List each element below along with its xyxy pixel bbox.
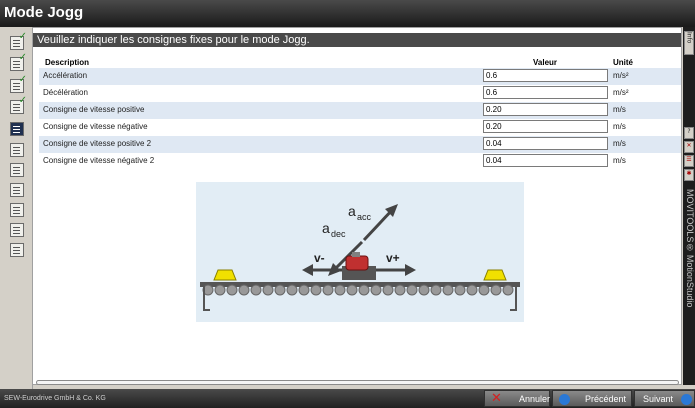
step-icon-7[interactable]	[10, 163, 24, 177]
v-plus-label: v+	[386, 251, 400, 265]
step-icon-current[interactable]	[10, 122, 24, 136]
v-minus-label: v-	[314, 251, 325, 265]
row-description: Consigne de vitesse négative 2	[43, 156, 155, 165]
footer-bar: SEW-Eurodrive GmbH & Co. KG ✕ Annuler Pr…	[0, 389, 695, 408]
right-side-bar: Info ? ✕ ☰ ✱ MOVITOOLS® MotionStudio	[683, 27, 695, 385]
arrow-left-icon	[559, 394, 570, 405]
title-bar: Mode Jogg	[0, 0, 695, 27]
step-icon-6[interactable]	[10, 143, 24, 157]
row-unit: m/s	[613, 122, 626, 131]
brand-vertical-text: MOVITOOLS® MotionStudio	[685, 189, 695, 308]
jog-mode-diagram: a acc a dec v- v+	[196, 182, 524, 322]
help-tab-label: ?	[687, 128, 691, 135]
tool-icon-3[interactable]: ✱	[684, 169, 694, 181]
motor	[345, 255, 369, 271]
step-icon-11[interactable]	[10, 243, 24, 257]
load-right	[483, 269, 507, 281]
step-icon-8[interactable]	[10, 183, 24, 197]
main-panel: Veuillez indiquer les consignes fixes po…	[32, 27, 682, 385]
row-description: Accélération	[43, 71, 88, 80]
panel-header-text: Veuillez indiquer les consignes fixes po…	[37, 34, 310, 46]
col-header-unit: Unité	[613, 58, 633, 67]
step-sidebar	[0, 27, 33, 390]
step-icon-4[interactable]	[10, 95, 27, 114]
acc-label-sub: acc	[357, 212, 372, 222]
col-header-value: Valeur	[533, 58, 558, 67]
row-unit: m/s	[613, 105, 626, 114]
step-icon-9[interactable]	[10, 203, 24, 217]
cancel-icon: ✕	[491, 391, 502, 406]
panel-header: Veuillez indiquer les consignes fixes po…	[33, 33, 681, 47]
table-row: Consigne de vitesse négative 2 m/s	[39, 153, 681, 170]
row-description: Consigne de vitesse négative	[43, 122, 148, 131]
value-input[interactable]	[483, 86, 608, 99]
row-description: Décélération	[43, 88, 88, 97]
row-unit: m/s	[613, 139, 626, 148]
step-icon-1[interactable]	[10, 31, 27, 50]
info-tab-label: Info	[685, 32, 693, 44]
horizontal-scrollbar[interactable]	[36, 380, 679, 385]
cancel-button-label: Annuler	[519, 394, 551, 404]
conveyor-illustration: a acc a dec v- v+	[200, 203, 520, 311]
step-icon-2[interactable]	[10, 52, 27, 71]
load-left	[213, 269, 237, 281]
info-tab[interactable]: Info	[684, 31, 694, 55]
value-input[interactable]	[483, 69, 608, 82]
copyright-text: SEW-Eurodrive GmbH & Co. KG	[4, 395, 106, 402]
tool-icon-2[interactable]: ☰	[684, 155, 694, 167]
tool-icon-1[interactable]: ✕	[684, 141, 694, 153]
table-row: Accélération m/s²	[39, 68, 681, 85]
cancel-button[interactable]: ✕ Annuler	[484, 390, 550, 407]
value-input[interactable]	[483, 120, 608, 133]
acc-label: a	[348, 203, 356, 219]
value-input[interactable]	[483, 137, 608, 150]
v-minus-arrowhead	[302, 264, 313, 276]
row-unit: m/s²	[613, 88, 629, 97]
table-row: Consigne de vitesse négative m/s	[39, 119, 681, 136]
help-tab[interactable]: ?	[684, 127, 694, 139]
table-row: Décélération m/s²	[39, 85, 681, 102]
value-input[interactable]	[483, 154, 608, 167]
window-title: Mode Jogg	[4, 4, 84, 21]
motor-terminal-box	[352, 252, 360, 257]
dec-label-sub: dec	[331, 229, 346, 239]
next-button[interactable]: Suivant	[634, 390, 695, 407]
arrow-right-icon	[681, 394, 692, 405]
step-icon-3[interactable]	[10, 74, 27, 93]
row-description: Consigne de vitesse positive	[43, 105, 145, 114]
row-unit: m/s	[613, 156, 626, 165]
table-row: Consigne de vitesse positive 2 m/s	[39, 136, 681, 153]
previous-button-label: Précédent	[585, 394, 627, 404]
next-button-label: Suivant	[643, 394, 674, 404]
v-plus-arrowhead	[405, 264, 416, 276]
col-header-description: Description	[45, 58, 90, 67]
row-description: Consigne de vitesse positive 2	[43, 139, 152, 148]
dec-label: a	[322, 220, 330, 236]
row-unit: m/s²	[613, 71, 629, 80]
table-row: Consigne de vitesse positive m/s	[39, 102, 681, 119]
previous-button[interactable]: Précédent	[552, 390, 632, 407]
value-input[interactable]	[483, 103, 608, 116]
step-icon-10[interactable]	[10, 223, 24, 237]
